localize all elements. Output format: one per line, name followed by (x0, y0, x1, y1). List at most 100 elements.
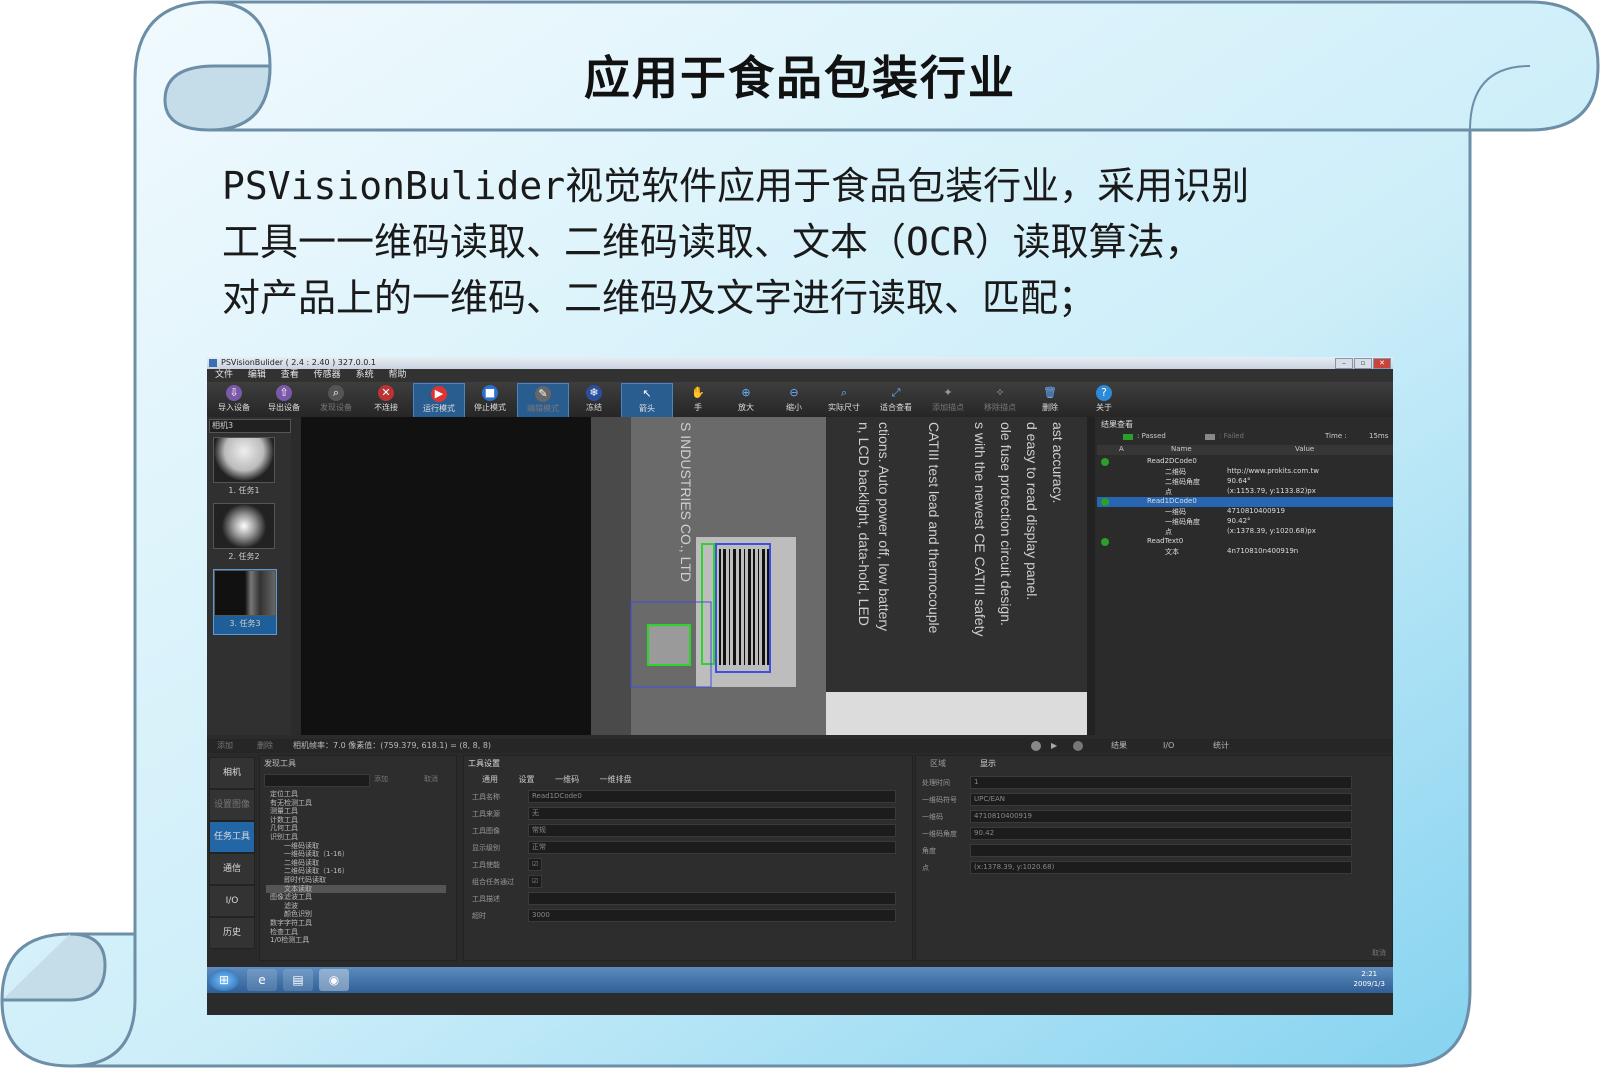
close-button[interactable]: ✕ (1373, 358, 1391, 369)
image-viewer[interactable]: S INDUSTRIES CO., LTD ctions. Auto power… (301, 417, 1087, 735)
tool-tree-item[interactable]: 测量工具 (266, 807, 446, 816)
nav-io[interactable]: I/O (209, 885, 255, 917)
maximize-button[interactable]: ▫ (1354, 358, 1372, 369)
result-row[interactable]: 点 (x:1153.79, y:1133.82)px (1097, 487, 1393, 497)
menu-file[interactable]: 文件 (215, 370, 233, 380)
menu-help[interactable]: 帮助 (388, 370, 406, 380)
setting-field[interactable] (528, 892, 896, 905)
tool-tree-item[interactable]: 有无检测工具 (266, 799, 446, 808)
tab-results[interactable]: 结果 (1111, 739, 1127, 753)
add-point-button[interactable]: ✦ 添加描点 (923, 383, 973, 416)
stop-mode-button[interactable]: ■ 停止模式 (465, 383, 515, 416)
pointer-tool-button[interactable]: ↖ 箭头 (621, 383, 673, 418)
tab-1d-code[interactable]: 一维码 (555, 775, 579, 784)
camera-select[interactable]: 相机3 (209, 419, 291, 433)
tool-tree-item[interactable]: 颜色识别 (266, 910, 446, 919)
run-mode-button[interactable]: ▶ 运行模式 (413, 383, 465, 418)
discover-device-button[interactable]: ⌕ 发现设备 (311, 383, 361, 416)
tool-tree-item[interactable]: 即时代码读取 (266, 876, 446, 885)
delete-task-button[interactable]: 删除 (257, 739, 273, 753)
tab-display[interactable]: 显示 (980, 758, 996, 769)
result-row[interactable]: 点 (x:1378.39, y:1020.68)px (1097, 527, 1393, 537)
stop-icon: ■ (482, 385, 498, 401)
menu-sensor[interactable]: 传感器 (314, 370, 341, 380)
tool-tree-item[interactable]: 检查工具 (266, 928, 446, 937)
setting-field[interactable]: 常规 (528, 824, 896, 837)
tool-tree-item[interactable]: 一维码读取（1-16） (266, 850, 446, 859)
tool-tree-item[interactable]: 定位工具 (266, 790, 446, 799)
result-row[interactable]: 二维码 http://www.prokits.com.tw (1097, 467, 1393, 477)
delete-button[interactable]: 🗑 删除 (1025, 383, 1075, 416)
tab-general[interactable]: 通用 (482, 775, 498, 784)
tab-region[interactable]: 区域 (930, 758, 946, 769)
folder-icon[interactable]: ▤ (283, 969, 313, 991)
fit-view-button[interactable]: ⤢ 适合查看 (871, 383, 921, 416)
setting-field[interactable]: 3000 (528, 909, 896, 922)
nav-task-tools[interactable]: 任务工具 (209, 821, 255, 853)
task-thumb-1[interactable]: 1. 任务1 (213, 437, 275, 501)
play-icon[interactable]: ▶ (1051, 739, 1057, 753)
setting-field[interactable]: 无 (528, 807, 896, 820)
menu-system[interactable]: 系统 (356, 370, 374, 380)
tool-tree-item[interactable]: 1/0检测工具 (266, 936, 446, 945)
add-tool-button[interactable]: 添加 (374, 774, 388, 784)
tool-tree-item[interactable]: 文本读取 (266, 884, 446, 894)
zoom-out-button[interactable]: ⊖ 缩小 (769, 383, 819, 416)
start-button[interactable]: ⊞ (209, 969, 239, 991)
minimize-button[interactable]: – (1335, 358, 1353, 369)
result-row[interactable]: ReadText0 (1097, 537, 1393, 547)
result-row[interactable]: 二维码角度 90.64° (1097, 477, 1393, 487)
freeze-button[interactable]: ❄ 冻结 (569, 383, 619, 416)
viewer-scrollbar[interactable] (1087, 417, 1095, 735)
tab-1d-layout[interactable]: 一维排盘 (600, 775, 632, 784)
tab-io[interactable]: I/O (1163, 739, 1174, 753)
region-cancel[interactable]: 取消 (1372, 948, 1386, 958)
browser-icon[interactable]: e (247, 969, 277, 991)
task-thumb-2[interactable]: 2. 任务2 (213, 503, 275, 567)
nav-image-setup[interactable]: 设置图像 (209, 789, 255, 821)
result-row[interactable]: Read1DCode0 (1097, 497, 1393, 507)
result-name: Read1DCode0 (1147, 497, 1197, 505)
task-thumb-3[interactable]: 3. 任务3 (213, 569, 277, 635)
nav-communication[interactable]: 通信 (209, 853, 255, 885)
nav-camera[interactable]: 相机 (209, 757, 255, 789)
tool-tree-item[interactable]: 二维码读取（1-16） (266, 867, 446, 876)
result-row[interactable]: Read2DCode0 (1097, 457, 1393, 467)
edit-mode-button[interactable]: ✎ 编辑模式 (517, 383, 569, 418)
tool-tree-item[interactable]: 图像滤波工具 (266, 893, 446, 902)
cancel-tool-button[interactable]: 取消 (424, 774, 438, 784)
tab-settings[interactable]: 设置 (519, 775, 535, 784)
import-device-button[interactable]: ⇩ 导入设备 (209, 383, 259, 416)
export-device-button[interactable]: ⇧ 导出设备 (259, 383, 309, 416)
menu-view[interactable]: 查看 (281, 370, 299, 380)
hand-tool-button[interactable]: ✋ 手 (673, 383, 723, 416)
app-taskbar-icon[interactable]: ◉ (319, 969, 349, 991)
result-row[interactable]: 一维码角度 90.42° (1097, 517, 1393, 527)
add-button[interactable]: 添加 (217, 739, 233, 753)
tool-search-input[interactable] (264, 774, 370, 787)
tool-tree-item[interactable]: 数字字符工具 (266, 919, 446, 928)
result-row[interactable]: 一维码 4710810400919 (1097, 507, 1393, 517)
remove-point-button[interactable]: ✧ 移除描点 (975, 383, 1025, 416)
actual-size-button[interactable]: ⌕ 实际尺寸 (819, 383, 869, 416)
slide-body-line: 对产品上的一维码、二维码及文字进行读取、匹配； (222, 276, 1097, 320)
image-text: ast accuracy. (1050, 422, 1066, 503)
tool-tree-item[interactable]: 几何工具 (266, 824, 446, 833)
disconnect-button[interactable]: ✕ 不连接 (361, 383, 411, 416)
tool-tree-item[interactable]: 一维码读取 (266, 842, 446, 851)
setting-field[interactable]: ☑ (528, 858, 542, 871)
result-row[interactable]: 文本 4n710810n400919n (1097, 547, 1393, 557)
tool-settings-header: 工具设置 (468, 759, 500, 768)
nav-history[interactable]: 历史 (209, 917, 255, 949)
setting-field[interactable]: Read1DCode0 (528, 790, 896, 803)
zoom-in-button[interactable]: ⊕ 放大 (721, 383, 771, 416)
setting-field[interactable]: ☑ (528, 875, 542, 888)
record-icon[interactable] (1073, 741, 1083, 751)
menu-edit[interactable]: 编辑 (248, 370, 266, 380)
tab-stats[interactable]: 统计 (1213, 739, 1229, 753)
tool-tree-item[interactable]: 识别工具 (266, 833, 446, 842)
setting-field[interactable]: 正常 (528, 841, 896, 854)
capture-icon[interactable] (1031, 741, 1041, 751)
about-button[interactable]: ? 关于 (1079, 383, 1129, 416)
edit-icon: ✎ (535, 386, 551, 402)
